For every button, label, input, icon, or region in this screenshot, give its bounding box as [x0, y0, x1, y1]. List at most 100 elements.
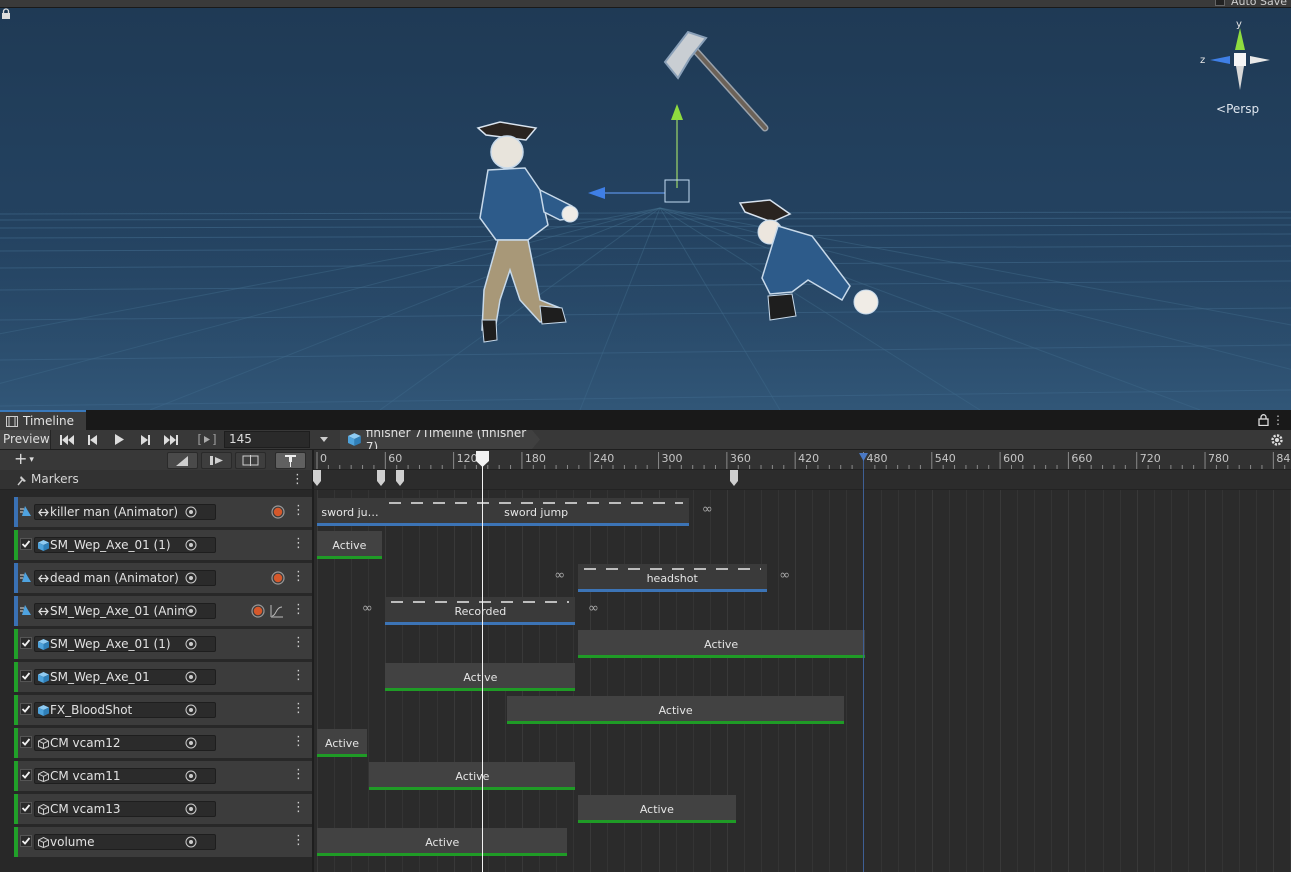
track-options-icon[interactable]: ⋮	[292, 800, 305, 815]
current-frame-field[interactable]: 145	[224, 431, 310, 448]
track-header[interactable]: CM vcam12 ⋮	[14, 728, 312, 758]
activation-clip[interactable]: Active	[507, 696, 845, 724]
track-options-icon[interactable]: ⋮	[292, 767, 305, 782]
track-enabled-checkbox[interactable]	[20, 769, 32, 781]
object-picker-icon[interactable]	[185, 770, 197, 782]
activation-clip[interactable]: Active	[369, 762, 576, 790]
track-header[interactable]: SM_Wep_Axe_01 (1) ⋮	[14, 530, 312, 560]
track-binding-field[interactable]: SM_Wep_Axe_01 (1)	[34, 636, 216, 652]
timeline-marker[interactable]	[376, 470, 385, 486]
prev-frame-button[interactable]	[82, 431, 104, 448]
dropdown-arrow-icon[interactable]	[318, 433, 330, 445]
next-frame-button[interactable]	[134, 431, 156, 448]
animation-clip[interactable]: sword ju…	[317, 498, 384, 526]
object-picker-icon[interactable]	[185, 803, 197, 815]
curves-icon[interactable]	[270, 604, 284, 618]
object-picker-icon[interactable]	[185, 704, 197, 716]
timeline-marker[interactable]	[396, 470, 405, 486]
time-ruler[interactable]: 0 60 120 180 240 300 360 420 480 540 600 660 720 780 8…	[312, 450, 1291, 470]
animation-clip[interactable]: Recorded	[385, 597, 576, 625]
track-header[interactable]: SM_Wep_Axe_01 (Animator) ⋮	[14, 596, 312, 626]
track-options-icon[interactable]: ⋮	[292, 602, 305, 617]
play-range-button[interactable]	[196, 431, 218, 448]
track-enabled-checkbox[interactable]	[20, 670, 32, 682]
scene-view[interactable]: y z <Persp	[0, 8, 1291, 410]
track-options-icon[interactable]: ⋮	[292, 701, 305, 716]
track-binding-field[interactable]: SM_Wep_Axe_01 (Animator)	[34, 603, 216, 619]
tab-timeline[interactable]: Timeline	[0, 410, 86, 430]
end-marker-icon[interactable]	[858, 453, 868, 462]
track-header[interactable]: killer man (Animator) ⋮	[14, 497, 312, 527]
object-picker-icon[interactable]	[185, 671, 197, 683]
track-options-icon[interactable]: ⋮	[292, 536, 305, 551]
track-binding-field[interactable]: dead man (Animator)	[34, 570, 216, 586]
object-picker-icon[interactable]	[185, 836, 197, 848]
object-picker-icon[interactable]	[185, 539, 197, 551]
play-button[interactable]	[108, 431, 130, 448]
goto-start-button[interactable]	[56, 431, 78, 448]
markers-header[interactable]: Markers ⋮	[0, 470, 312, 490]
object-picker-icon[interactable]	[185, 737, 197, 749]
goto-end-button[interactable]	[160, 431, 182, 448]
animation-clip[interactable]: sword jump	[383, 498, 690, 526]
track-header[interactable]: CM vcam13 ⋮	[14, 794, 312, 824]
timeline-marker[interactable]	[729, 470, 738, 486]
gear-icon[interactable]	[1270, 433, 1284, 447]
track-options-icon[interactable]: ⋮	[292, 503, 305, 518]
record-icon[interactable]	[271, 505, 285, 519]
object-picker-icon[interactable]	[185, 638, 197, 650]
ripple-mode-button[interactable]	[201, 452, 232, 469]
track-binding-field[interactable]: SM_Wep_Axe_01	[34, 669, 216, 685]
track-enabled-checkbox[interactable]	[20, 736, 32, 748]
avatar-mask-icon[interactable]	[20, 505, 32, 517]
avatar-mask-icon[interactable]	[20, 571, 32, 583]
track-binding-field[interactable]: volume	[34, 834, 216, 850]
track-enabled-checkbox[interactable]	[20, 703, 32, 715]
object-picker-icon[interactable]	[185, 605, 197, 617]
activation-clip[interactable]: Active	[385, 663, 576, 691]
track-binding-field[interactable]: CM vcam11	[34, 768, 216, 784]
track-header[interactable]: volume ⋮	[14, 827, 312, 857]
playhead-handle[interactable]	[475, 451, 489, 467]
timeline-marker[interactable]	[313, 470, 321, 486]
track-header[interactable]: SM_Wep_Axe_01 (1) ⋮	[14, 629, 312, 659]
activation-clip[interactable]: Active	[317, 828, 568, 856]
track-binding-field[interactable]: CM vcam12	[34, 735, 216, 751]
track-options-icon[interactable]: ⋮	[292, 734, 305, 749]
avatar-mask-icon[interactable]	[20, 604, 32, 616]
track-options-icon[interactable]: ⋮	[292, 569, 305, 584]
activation-clip[interactable]: Active	[317, 531, 382, 559]
object-picker-icon[interactable]	[185, 572, 197, 584]
orientation-gizmo[interactable]: y z	[1200, 20, 1280, 100]
track-enabled-checkbox[interactable]	[20, 802, 32, 814]
add-track-button[interactable]: + ▾	[14, 451, 48, 469]
track-binding-field[interactable]: SM_Wep_Axe_01 (1)	[34, 537, 216, 553]
track-header[interactable]: SM_Wep_Axe_01 ⋮	[14, 662, 312, 692]
activation-clip[interactable]: Active	[577, 795, 736, 823]
track-enabled-checkbox[interactable]	[20, 637, 32, 649]
object-picker-icon[interactable]	[185, 506, 197, 518]
track-enabled-checkbox[interactable]	[20, 835, 32, 847]
track-options-icon[interactable]: ⋮	[292, 833, 305, 848]
preview-button[interactable]: Preview	[0, 430, 51, 449]
track-options-icon[interactable]: ⋮	[292, 668, 305, 683]
autosave-checkbox[interactable]	[1215, 0, 1225, 6]
animation-clip[interactable]: headshot	[577, 564, 767, 592]
activation-clip[interactable]: Active	[317, 729, 368, 757]
track-enabled-checkbox[interactable]	[20, 538, 32, 550]
scene-lock-icon[interactable]	[0, 8, 12, 20]
track-binding-field[interactable]: killer man (Animator)	[34, 504, 216, 520]
lock-icon[interactable]	[1258, 414, 1269, 426]
track-header[interactable]: dead man (Animator) ⋮	[14, 563, 312, 593]
projection-label[interactable]: <Persp	[1216, 102, 1259, 116]
header-divider[interactable]	[312, 450, 314, 872]
track-header[interactable]: FX_BloodShot ⋮	[14, 695, 312, 725]
markers-options-icon[interactable]: ⋮	[291, 472, 304, 487]
track-options-icon[interactable]: ⋮	[292, 635, 305, 650]
track-header[interactable]: CM vcam11 ⋮	[14, 761, 312, 791]
tab-options-icon[interactable]: ⋮	[1272, 413, 1284, 427]
snap-toggle-button[interactable]	[275, 452, 306, 469]
record-icon[interactable]	[271, 571, 285, 585]
clip-edit-mode-button[interactable]	[167, 452, 198, 469]
timeline-breadcrumb[interactable]: finisher 7Timeline (finisher 7)	[340, 430, 540, 449]
